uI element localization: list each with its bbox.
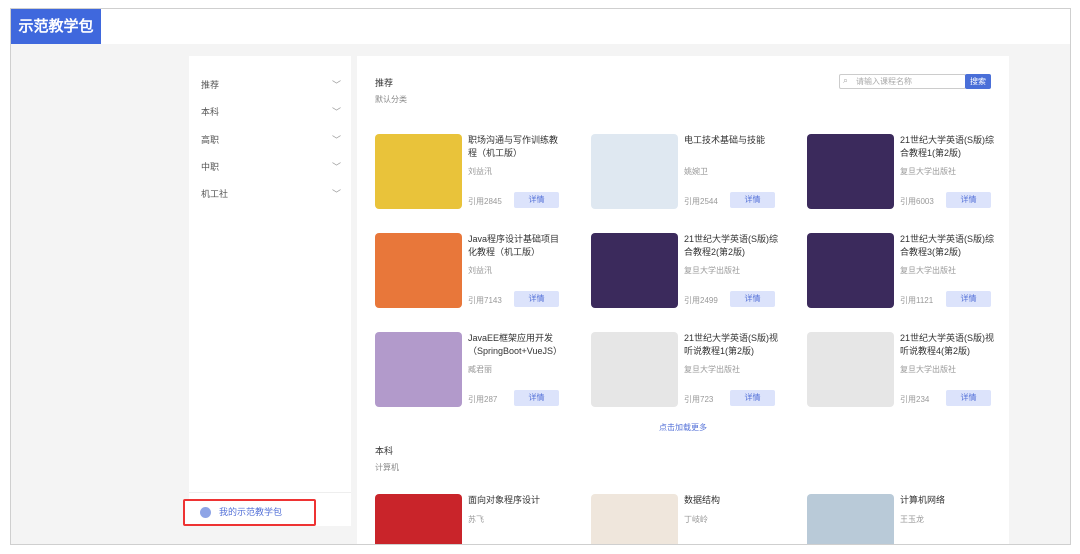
section-title: 本科 [375, 446, 394, 456]
citation-count: 引用234 [900, 395, 930, 404]
detail-button[interactable]: 详情 [730, 390, 775, 406]
course-title[interactable]: 21世纪大学英语(S版)综合教程3(第2版) [900, 233, 996, 259]
search-input[interactable]: 请输入课程名称 [839, 74, 966, 89]
course-title[interactable]: Java程序设计基础项目化教程（机工版） [468, 233, 564, 259]
app-window: 示范教学包 推荐 ﹀ 本科 ﹀ 高职 ﹀ 中职 ﹀ 机工社 ﹀ 推荐 默认分类 请输入课程… [10, 8, 1071, 545]
course-cover-image[interactable] [591, 494, 678, 544]
course-card[interactable]: JavaEE框架应用开发（SpringBoot+VueJS） 臧君丽 引用287… [375, 332, 575, 410]
sidebar-item-publisher[interactable]: 机工社 ﹀ [201, 187, 341, 201]
course-author: 复旦大学出版社 [900, 365, 956, 374]
sidebar-item-label: 本科 [201, 107, 220, 117]
course-author: 丁岐岭 [684, 515, 708, 524]
course-card[interactable]: 数据结构 丁岐岭 [591, 494, 791, 544]
section-subtitle: 计算机 [375, 463, 399, 472]
course-cover-image[interactable] [375, 233, 462, 308]
course-card[interactable]: 21世纪大学英语(S版)视听说教程4(第2版) 复旦大学出版社 引用234 详情 [807, 332, 1007, 410]
course-author: 苏飞 [468, 515, 484, 524]
section-subtitle: 默认分类 [375, 95, 407, 104]
chevron-down-icon: ﹀ [331, 135, 341, 145]
section-title: 推荐 [375, 78, 394, 88]
course-cover-image[interactable] [807, 233, 894, 308]
sidebar-item-secondary-vocational[interactable]: 中职 ﹀ [201, 160, 341, 174]
logo[interactable]: 示范教学包 [11, 9, 101, 44]
my-teaching-pack-button[interactable]: 我的示范教学包 [183, 499, 316, 526]
detail-button[interactable]: 详情 [730, 291, 775, 307]
course-author: 臧君丽 [468, 365, 492, 374]
course-author: 刘益汛 [468, 167, 492, 176]
detail-button[interactable]: 详情 [946, 291, 991, 307]
course-author: 王玉龙 [900, 515, 924, 524]
course-card[interactable]: 21世纪大学英语(S版)综合教程1(第2版) 复旦大学出版社 引用6003 详情 [807, 134, 1007, 212]
citation-count: 引用287 [468, 395, 498, 404]
search-icon: ⌕ [843, 75, 849, 85]
course-cover-image[interactable] [591, 233, 678, 308]
course-card[interactable]: 21世纪大学英语(S版)综合教程2(第2版) 复旦大学出版社 引用2499 详情 [591, 233, 791, 311]
course-cover-image[interactable] [375, 134, 462, 209]
course-cover-image[interactable] [807, 494, 894, 544]
course-cover-image[interactable] [591, 332, 678, 407]
sidebar-item-label: 高职 [201, 135, 220, 145]
chevron-down-icon: ﹀ [331, 107, 341, 117]
course-card[interactable]: 电工技术基础与技能 姚婉卫 引用2544 详情 [591, 134, 791, 212]
my-pack-label: 我的示范教学包 [219, 507, 283, 517]
course-title[interactable]: 电工技术基础与技能 [684, 134, 780, 160]
sidebar-item-recommend[interactable]: 推荐 ﹀ [201, 78, 341, 92]
chevron-down-icon: ﹀ [331, 80, 341, 90]
course-card[interactable]: 21世纪大学英语(S版)视听说教程1(第2版) 复旦大学出版社 引用723 详情 [591, 332, 791, 410]
citation-count: 引用2544 [684, 197, 718, 206]
course-title[interactable]: 21世纪大学英语(S版)综合教程1(第2版) [900, 134, 996, 160]
course-author: 刘益汛 [468, 266, 492, 275]
sidebar-item-higher-vocational[interactable]: 高职 ﹀ [201, 133, 341, 147]
course-cover-image[interactable] [375, 332, 462, 407]
course-title[interactable]: 21世纪大学英语(S版)视听说教程4(第2版) [900, 332, 996, 358]
course-title[interactable]: 21世纪大学英语(S版)视听说教程1(第2版) [684, 332, 780, 358]
detail-button[interactable]: 详情 [946, 192, 991, 208]
sidebar-item-undergrad[interactable]: 本科 ﹀ [201, 105, 341, 119]
citation-count: 引用723 [684, 395, 714, 404]
course-author: 姚婉卫 [684, 167, 708, 176]
citation-count: 引用6003 [900, 197, 934, 206]
detail-button[interactable]: 详情 [514, 291, 559, 307]
detail-button[interactable]: 详情 [946, 390, 991, 406]
load-more-link[interactable]: 点击加载更多 [357, 422, 1009, 433]
course-card[interactable]: 21世纪大学英语(S版)综合教程3(第2版) 复旦大学出版社 引用1121 详情 [807, 233, 1007, 311]
sidebar: 推荐 ﹀ 本科 ﹀ 高职 ﹀ 中职 ﹀ 机工社 ﹀ [189, 56, 351, 526]
search-bar: 请输入课程名称 ⌕ 搜索 [839, 74, 991, 89]
sidebar-item-label: 中职 [201, 162, 220, 172]
sidebar-item-label: 机工社 [201, 189, 229, 199]
course-cover-image[interactable] [807, 332, 894, 407]
citation-count: 引用1121 [900, 296, 934, 305]
sidebar-item-label: 推荐 [201, 80, 220, 90]
course-author: 复旦大学出版社 [684, 365, 740, 374]
citation-count: 引用2845 [468, 197, 502, 206]
course-card[interactable]: Java程序设计基础项目化教程（机工版） 刘益汛 引用7143 详情 [375, 233, 575, 311]
citation-count: 引用7143 [468, 296, 502, 305]
detail-button[interactable]: 详情 [730, 192, 775, 208]
divider [189, 492, 351, 493]
avatar-icon [200, 507, 211, 518]
course-title[interactable]: 职场沟通与写作训练教程（机工版） [468, 134, 564, 160]
course-card[interactable]: 面向对象程序设计 苏飞 [375, 494, 575, 544]
detail-button[interactable]: 详情 [514, 192, 559, 208]
detail-button[interactable]: 详情 [514, 390, 559, 406]
course-card[interactable]: 职场沟通与写作训练教程（机工版） 刘益汛 引用2845 详情 [375, 134, 575, 212]
header: 示范教学包 [11, 9, 1070, 44]
course-author: 复旦大学出版社 [684, 266, 740, 275]
course-card[interactable]: 计算机网络 王玉龙 [807, 494, 1007, 544]
course-author: 复旦大学出版社 [900, 266, 956, 275]
chevron-down-icon: ﹀ [331, 189, 341, 199]
course-cover-image[interactable] [375, 494, 462, 544]
course-title[interactable]: 21世纪大学英语(S版)综合教程2(第2版) [684, 233, 780, 259]
main-content: 推荐 默认分类 请输入课程名称 ⌕ 搜索 职场沟通与写作训练教程（机工版） 刘益… [357, 56, 1009, 544]
search-button[interactable]: 搜索 [965, 74, 991, 89]
course-title[interactable]: JavaEE框架应用开发（SpringBoot+VueJS） [468, 332, 564, 358]
course-author: 复旦大学出版社 [900, 167, 956, 176]
course-cover-image[interactable] [591, 134, 678, 209]
chevron-down-icon: ﹀ [331, 162, 341, 172]
citation-count: 引用2499 [684, 296, 718, 305]
course-cover-image[interactable] [807, 134, 894, 209]
